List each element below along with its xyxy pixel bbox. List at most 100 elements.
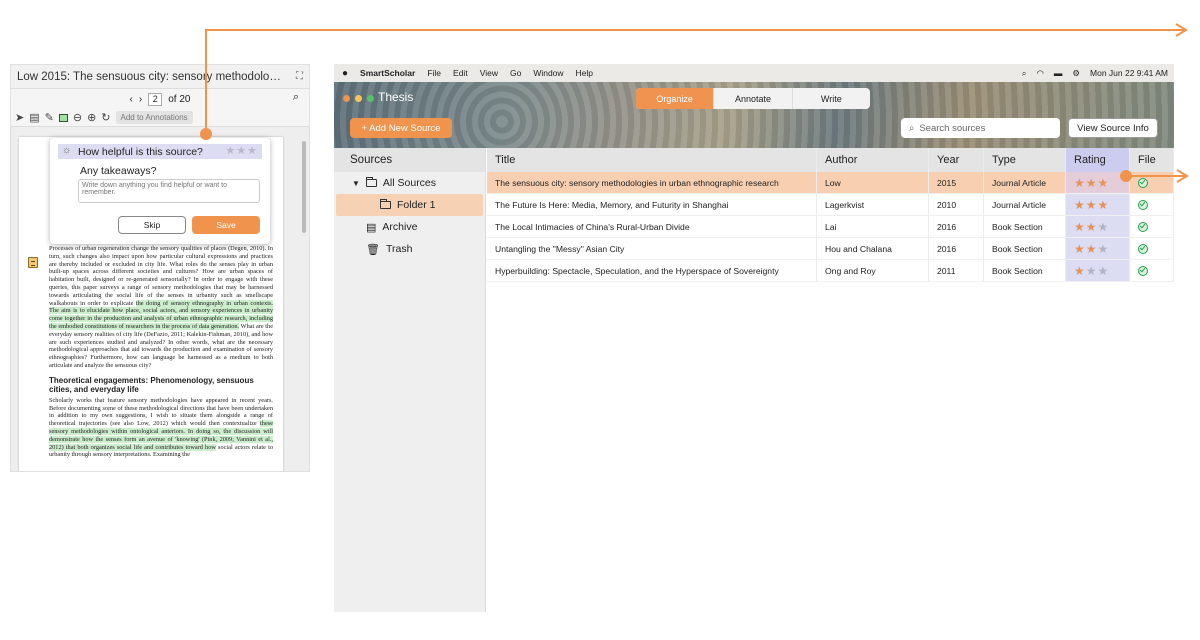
menu-go[interactable]: Go	[510, 68, 521, 78]
expand-icon[interactable]: ⛶	[296, 71, 303, 82]
control-center-icon[interactable]: ⚙	[1072, 68, 1080, 79]
next-page-icon[interactable]: ›	[139, 94, 142, 105]
file-attached-icon[interactable]	[1138, 221, 1148, 232]
menu-help[interactable]: Help	[576, 68, 593, 78]
menu-view[interactable]: View	[480, 68, 498, 78]
menu-file[interactable]: File	[427, 68, 441, 78]
page-number-input[interactable]: 2	[148, 92, 163, 106]
cell-type: Journal Article	[984, 194, 1066, 215]
cell-file[interactable]	[1130, 238, 1174, 259]
archive-icon: ▤	[366, 221, 377, 234]
rating-question: ☼ How helpful is this source? ★★★	[58, 144, 262, 159]
zoom-out-icon[interactable]: ⊖	[73, 111, 82, 124]
cell-rating[interactable]: ★★★	[1066, 216, 1130, 237]
battery-icon[interactable]: ▬	[1054, 68, 1063, 78]
prev-page-icon[interactable]: ‹	[130, 94, 133, 105]
column-file[interactable]: File	[1130, 148, 1174, 172]
file-attached-icon[interactable]	[1138, 265, 1148, 276]
cell-file[interactable]	[1130, 260, 1174, 281]
cell-author: Lai	[817, 216, 929, 237]
search-input[interactable]: ⌕ Search sources	[901, 118, 1060, 138]
table-row[interactable]: Untangling the "Messy" Asian City Hou an…	[487, 238, 1174, 260]
search-icon[interactable]: ⌕	[293, 91, 299, 104]
rating-stars[interactable]: ★★★	[1074, 220, 1109, 234]
lightbulb-icon: ☼	[62, 145, 72, 156]
sidebar: Sources ▼ All Sources Folder 1 ▤ Archive…	[334, 148, 486, 612]
sidebar-item-folder-1[interactable]: Folder 1	[336, 194, 483, 216]
search-icon[interactable]: ⌕	[1022, 68, 1027, 79]
cell-file[interactable]	[1130, 194, 1174, 215]
file-attached-icon[interactable]	[1138, 199, 1148, 210]
cell-title: The Future Is Here: Media, Memory, and F…	[487, 194, 817, 215]
cell-year: 2010	[929, 194, 984, 215]
pen-icon[interactable]: ✎	[45, 111, 54, 124]
tab-organize[interactable]: Organize	[636, 88, 714, 109]
table-row[interactable]: Hyperbuilding: Spectacle, Speculation, a…	[487, 260, 1174, 282]
cell-rating[interactable]: ★★★	[1066, 194, 1130, 215]
rating-stars[interactable]: ★★★	[1074, 264, 1109, 278]
cell-year: 2016	[929, 216, 984, 237]
search-icon: ⌕	[909, 122, 915, 134]
close-icon[interactable]	[343, 95, 350, 102]
save-button[interactable]: Save	[192, 216, 260, 234]
rating-stars[interactable]: ★★★	[1074, 176, 1109, 190]
cell-rating[interactable]: ★★★	[1066, 260, 1130, 281]
folder-icon	[365, 177, 377, 187]
select-icon[interactable]: ➤	[15, 111, 24, 124]
tab-annotate[interactable]: Annotate	[713, 88, 791, 109]
table-row[interactable]: The sensuous city: sensory methodologies…	[487, 172, 1174, 194]
file-attached-icon[interactable]	[1138, 177, 1148, 188]
cell-author: Low	[817, 172, 929, 193]
minimize-icon[interactable]	[355, 95, 362, 102]
wifi-icon[interactable]: ◠	[1036, 68, 1043, 79]
add-to-annotations-button[interactable]: Add to Annotations	[115, 111, 193, 124]
annotation-note-icon[interactable]	[28, 257, 38, 268]
column-author[interactable]: Author	[817, 148, 929, 172]
window-controls	[343, 95, 374, 102]
note-icon[interactable]: ▤	[29, 111, 39, 124]
column-rating[interactable]: Rating	[1066, 148, 1130, 172]
paragraph: Scholarly works that feature sensory met…	[49, 396, 273, 459]
table-row[interactable]: The Local Intimacies of China's Rural-Ur…	[487, 216, 1174, 238]
cell-rating[interactable]: ★★★	[1066, 238, 1130, 259]
column-title[interactable]: Title	[487, 148, 817, 172]
takeaways-input[interactable]	[78, 179, 260, 203]
cell-year: 2011	[929, 260, 984, 281]
skip-button[interactable]: Skip	[118, 216, 186, 234]
app-menu[interactable]: SmartScholar	[360, 68, 415, 78]
table-row[interactable]: The Future Is Here: Media, Memory, and F…	[487, 194, 1174, 216]
column-year[interactable]: Year	[929, 148, 984, 172]
sidebar-item-all-sources[interactable]: ▼ All Sources	[334, 172, 485, 194]
cell-year: 2015	[929, 172, 984, 193]
view-source-info-button[interactable]: View Source Info	[1068, 118, 1158, 138]
rating-stars[interactable]: ★★★	[1074, 242, 1109, 256]
cell-title: The Local Intimacies of China's Rural-Ur…	[487, 216, 817, 237]
disclosure-triangle-icon[interactable]: ▼	[352, 179, 360, 188]
sidebar-item-trash[interactable]: 🗑 Trash	[334, 238, 485, 260]
scrollbar[interactable]	[302, 141, 306, 233]
cell-year: 2016	[929, 238, 984, 259]
rating-stars[interactable]: ★★★	[1074, 198, 1109, 212]
menu-edit[interactable]: Edit	[453, 68, 468, 78]
cell-author: Ong and Roy	[817, 260, 929, 281]
page-total: of 20	[168, 93, 191, 105]
section-heading: Theoretical engagements: Phenomenology, …	[49, 375, 254, 394]
cell-rating[interactable]: ★★★	[1066, 172, 1130, 193]
file-attached-icon[interactable]	[1138, 243, 1148, 254]
zoom-in-icon[interactable]: ⊕	[87, 111, 96, 124]
apple-icon[interactable]: ●	[342, 68, 348, 79]
add-source-button[interactable]: + Add New Source	[350, 118, 452, 138]
menu-window[interactable]: Window	[533, 68, 563, 78]
sidebar-item-archive[interactable]: ▤ Archive	[334, 216, 485, 238]
sources-table: Title Author Year Type Rating File The s…	[487, 148, 1174, 282]
folder-icon	[380, 199, 391, 209]
refresh-icon[interactable]: ↻	[101, 111, 110, 124]
cell-file[interactable]	[1130, 172, 1174, 193]
cell-type: Book Section	[984, 216, 1066, 237]
tab-write[interactable]: Write	[791, 88, 870, 109]
maximize-icon[interactable]	[367, 95, 374, 102]
cell-file[interactable]	[1130, 216, 1174, 237]
highlight-color-icon[interactable]	[58, 113, 68, 122]
rating-stars[interactable]: ★★★	[225, 144, 258, 157]
column-type[interactable]: Type	[984, 148, 1066, 172]
